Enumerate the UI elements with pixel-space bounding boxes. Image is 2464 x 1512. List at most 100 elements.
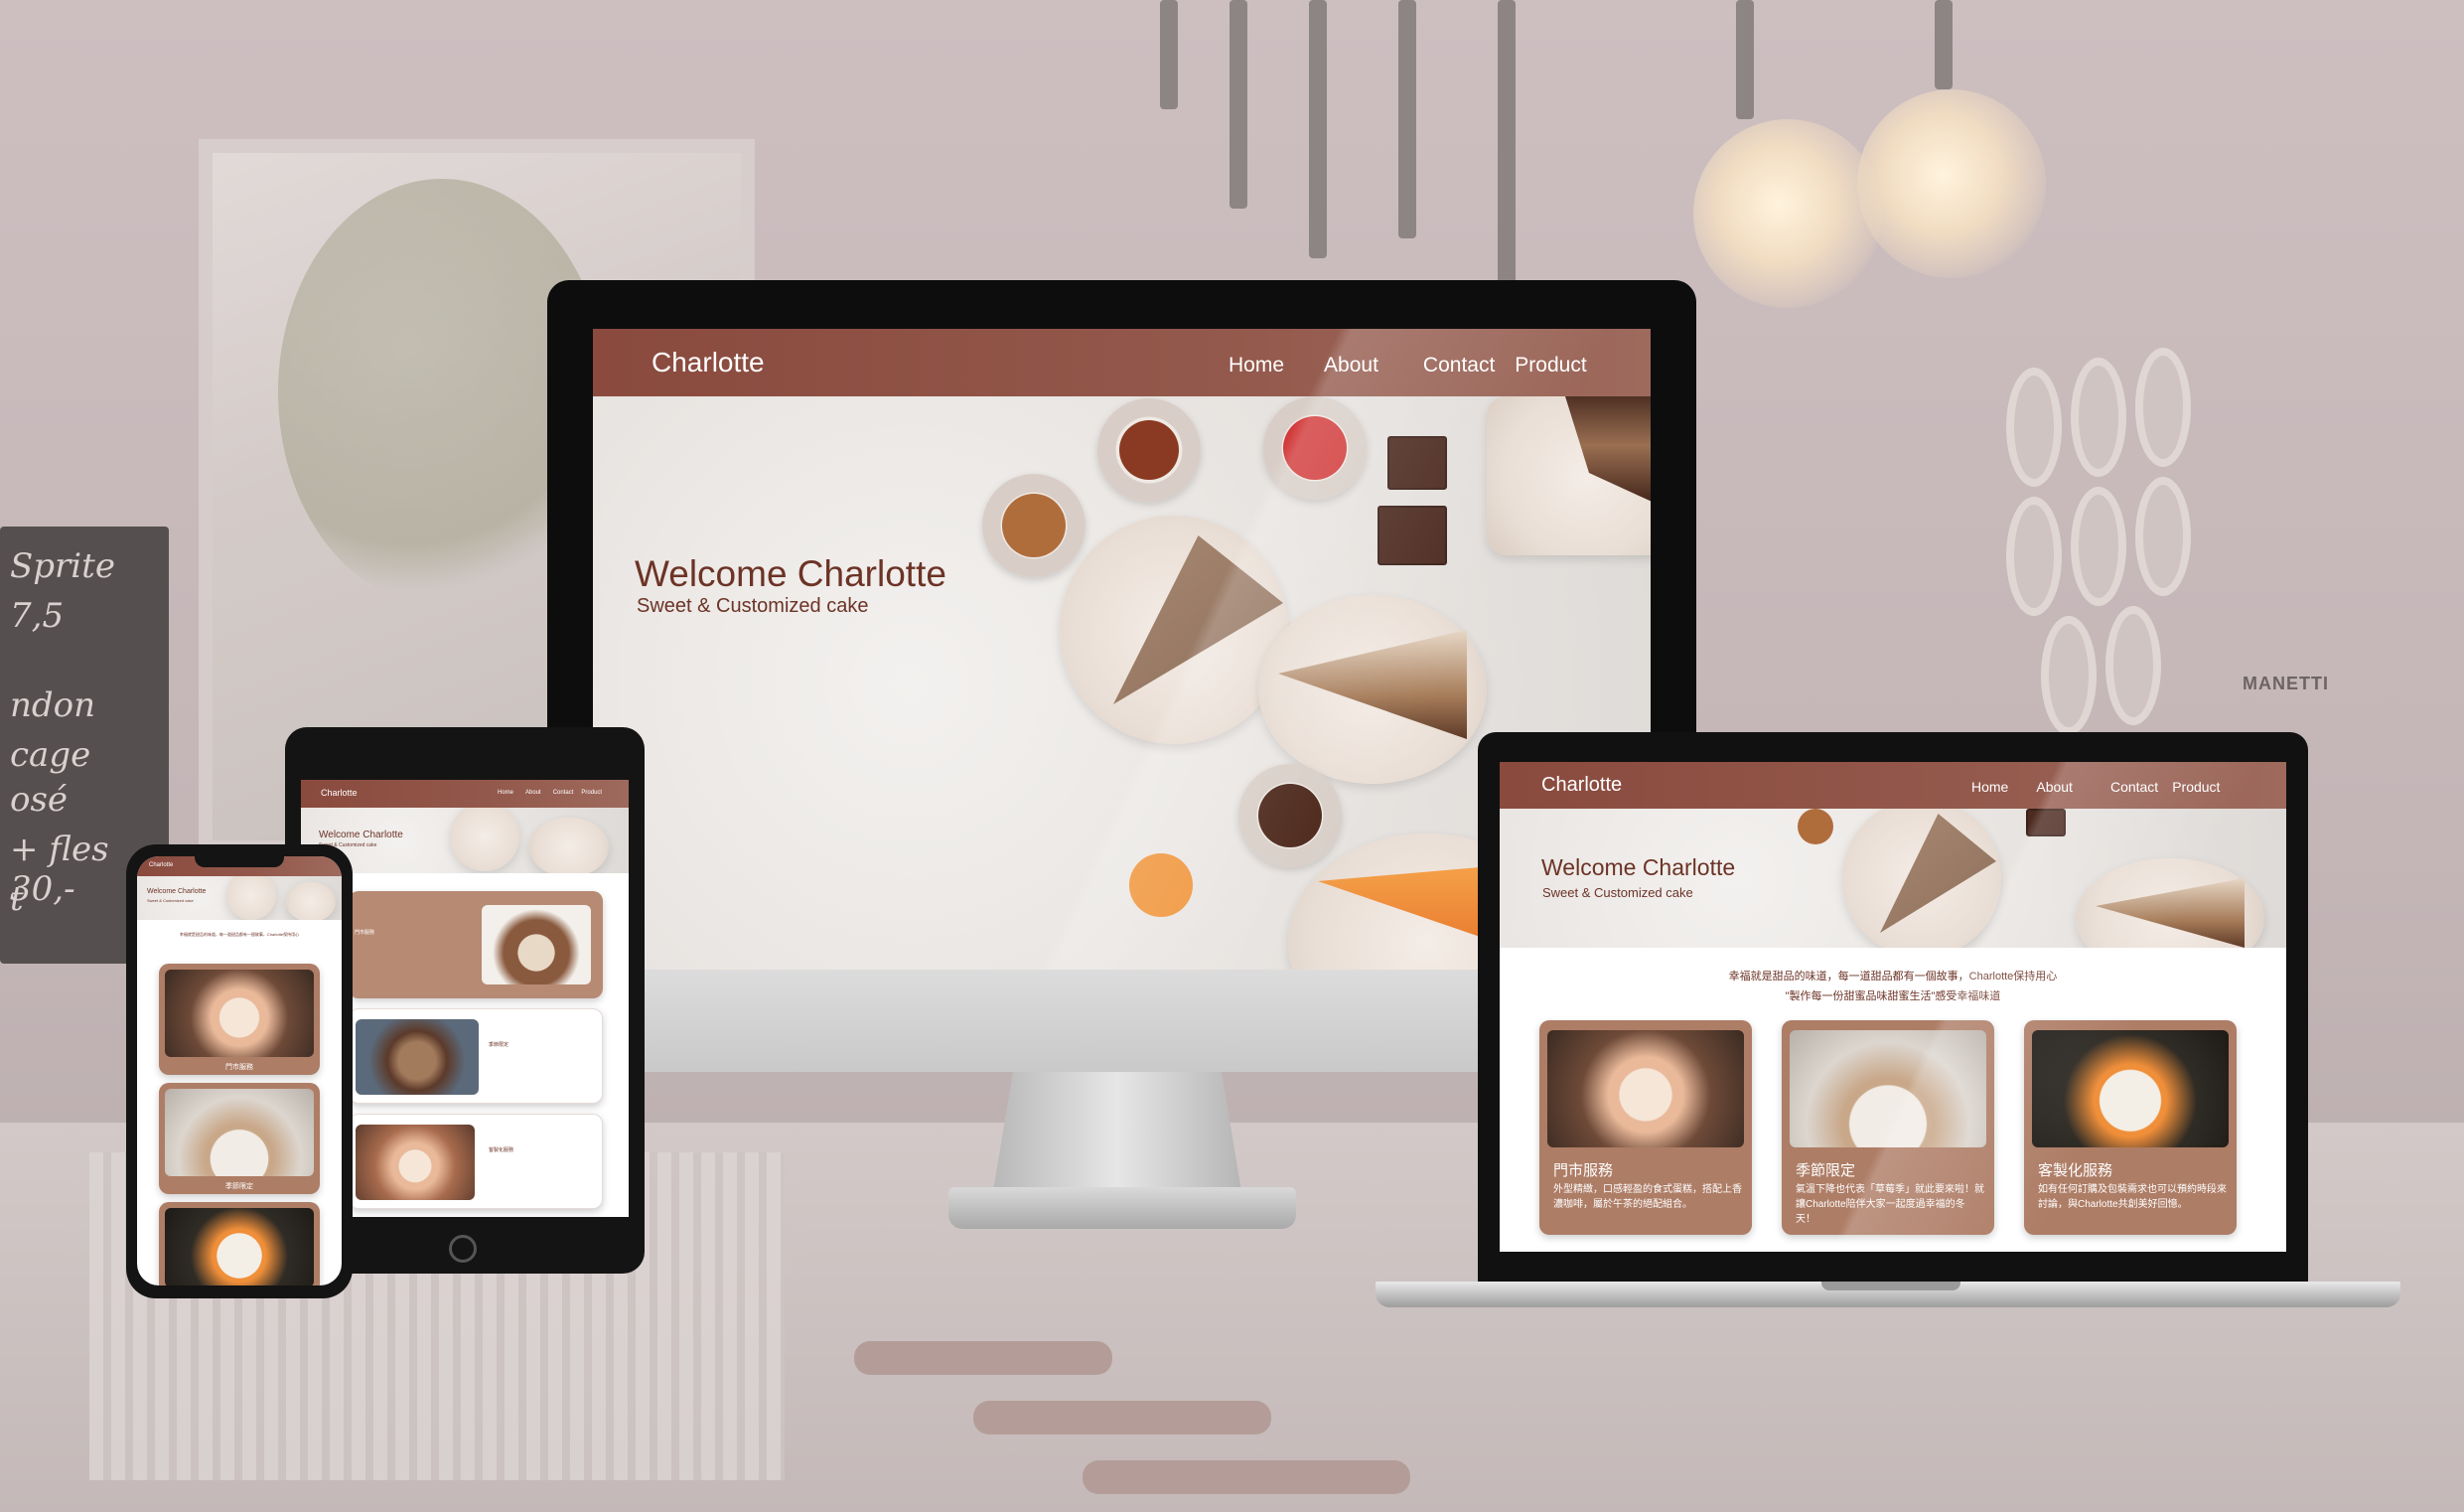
chocolate-piece (1387, 436, 1447, 490)
nav-product-link[interactable]: Product (2172, 779, 2220, 795)
nav-about-link[interactable]: About (1324, 354, 1378, 378)
pendant-lamp (1230, 0, 1247, 209)
card-text: 外型精緻，口感輕盈的食式蛋糕，搭配上香濃咖啡，屬於午茶的絕配組合。 (1553, 1184, 1742, 1210)
chalkboard-line: ndon (10, 685, 96, 725)
pendant-lamp (1160, 0, 1178, 109)
card-photo (165, 1208, 314, 1285)
card-title: 門市服務 (1553, 1162, 1614, 1179)
nav-about-link[interactable]: About (525, 790, 541, 796)
phone-custom-card[interactable] (159, 1202, 320, 1285)
chalkboard-line: osé (10, 780, 69, 820)
monitor-stand (993, 1072, 1241, 1191)
tangerine (1129, 853, 1193, 917)
light-bulb (1693, 119, 1882, 308)
nav-about-link[interactable]: About (2036, 779, 2073, 795)
card-title: 季節限定 (1796, 1162, 1856, 1179)
hero-subtitle: Sweet & Customized cake (1542, 885, 1693, 900)
wall-mirror (2041, 616, 2097, 735)
intro-line: "製作每一份甜蜜品味甜蜜生活"感受幸福味道 (1785, 989, 2001, 1002)
row-title: 門市服務 (355, 930, 375, 936)
laptop-navbar: Charlotte Home About Contact Product (1500, 762, 2286, 809)
brand-logo[interactable]: Charlotte (652, 347, 765, 378)
bar-stool (1083, 1460, 1410, 1494)
bar-stool (854, 1341, 1112, 1375)
coffee-beans (1258, 784, 1322, 847)
tablet-custom-row[interactable]: 客製化服務 (349, 1114, 603, 1209)
cake-plate (226, 876, 276, 920)
laptop-intro: 幸福就是甜品的味道，每一道甜品都有一個故事，Charlotte保持用心 "製作每… (1500, 968, 2286, 1007)
seasonal-card[interactable]: 季節限定 氣溫下降也代表「草莓季」就此要來啦！就讓Charlotte陪伴大家一起… (1782, 1020, 1994, 1235)
card-text: 氣溫下降也代表「草莓季」就此要來啦！就讓Charlotte陪伴大家一起度過幸福的… (1796, 1184, 1984, 1225)
hero-title: Welcome Charlotte (635, 553, 946, 594)
pendant-lamp (1398, 0, 1416, 238)
light-bulb (1857, 89, 2046, 278)
chalkboard-line: 7,5 (10, 596, 65, 636)
card-text: 如有任何訂購及包裝需求也可以預約時段來討論，與Charlotte共創美好回憶。 (2038, 1184, 2227, 1210)
laptop-notch (1821, 1282, 1960, 1290)
phone-service-card[interactable]: 門市服務 (159, 964, 320, 1075)
nav-product-link[interactable]: Product (1515, 354, 1586, 378)
bar-stool (973, 1401, 1271, 1435)
espresso-machine-label: MANETTI (2243, 674, 2329, 693)
nav-contact-link[interactable]: Contact (1423, 354, 1495, 378)
tablet-seasonal-row[interactable]: 季節限定 (349, 1008, 603, 1104)
custom-card[interactable]: 客製化服務 如有任何訂購及包裝需求也可以預約時段來討論，與Charlotte共創… (2024, 1020, 2237, 1235)
wall-mirror (2006, 368, 2062, 487)
card-photo (2032, 1030, 2229, 1147)
laptop-site: Charlotte Home About Contact Product Wel… (1500, 762, 2286, 1252)
desktop-navbar: Charlotte Home About Contact Product (593, 329, 1651, 396)
service-card[interactable]: 門市服務 外型精緻，口感輕盈的食式蛋糕，搭配上香濃咖啡，屬於午茶的絕配組合。 (1539, 1020, 1752, 1235)
phone-site: Charlotte Welcome Charlotte Sweet & Cust… (137, 856, 342, 1285)
tablet-navbar: Charlotte Home About Contact Product (301, 780, 629, 808)
pendant-lamp (1736, 0, 1754, 119)
monitor-foot (948, 1187, 1296, 1229)
nav-home-link[interactable]: Home (498, 790, 513, 796)
card-photo (1547, 1030, 1744, 1147)
wall-mirror (2135, 477, 2191, 596)
row-photo (482, 905, 591, 984)
wall-mirror (2006, 497, 2062, 616)
hero-title: Welcome Charlotte (319, 830, 403, 840)
row-title: 客製化服務 (489, 1147, 514, 1153)
raspberries (1283, 416, 1347, 480)
hero-subtitle: Sweet & Customized cake (147, 898, 194, 903)
hero-subtitle: Sweet & Customized cake (637, 595, 869, 617)
cake-plate (529, 818, 609, 873)
tablet-service-row[interactable]: 門市服務 (349, 891, 603, 998)
phone-seasonal-card[interactable]: 季節限定 (159, 1083, 320, 1194)
phone-intro: 幸福就是甜品的味道，每一道甜品都有一個故事，Charlotte保持用心 (179, 932, 300, 937)
brand-logo[interactable]: Charlotte (321, 788, 358, 798)
brand-logo[interactable]: Charlotte (149, 862, 173, 868)
row-photo (356, 1019, 479, 1095)
walnuts (1002, 494, 1066, 557)
walnuts (1798, 809, 1833, 844)
card-photo (165, 970, 314, 1057)
chalkboard-line: t (10, 879, 24, 919)
hero-title: Welcome Charlotte (1541, 854, 1736, 880)
nav-home-link[interactable]: Home (1971, 779, 2008, 795)
chalkboard-line: cage (10, 735, 91, 775)
nav-contact-link[interactable]: Contact (2110, 779, 2158, 795)
card-photo (1790, 1030, 1986, 1147)
cocoa-powder (1119, 420, 1179, 480)
tablet-home-button[interactable] (449, 1235, 477, 1263)
chocolate-piece (1377, 506, 1447, 565)
chocolate-piece (2026, 809, 2066, 836)
pendant-lamp (1498, 0, 1516, 298)
row-photo (356, 1125, 475, 1200)
card-photo (165, 1089, 314, 1176)
intro-line: 幸福就是甜品的味道，每一道甜品都有一個故事，Charlotte保持用心 (1728, 971, 2058, 983)
laptop-hero: Welcome Charlotte Sweet & Customized cak… (1500, 809, 2286, 948)
pendant-lamp (1309, 0, 1327, 258)
nav-home-link[interactable]: Home (1229, 354, 1284, 378)
row-title: 季節限定 (489, 1042, 509, 1048)
phone-notch (195, 853, 284, 867)
card-title: 門市服務 (225, 1064, 253, 1071)
wall-mirror (2071, 487, 2126, 606)
nav-contact-link[interactable]: Contact (553, 790, 574, 796)
brand-logo[interactable]: Charlotte (1541, 774, 1622, 797)
card-title: 季節限定 (225, 1183, 253, 1190)
nav-product-link[interactable]: Product (581, 790, 602, 796)
pendant-lamp (1935, 0, 1953, 89)
wall-mirror (2135, 348, 2191, 467)
